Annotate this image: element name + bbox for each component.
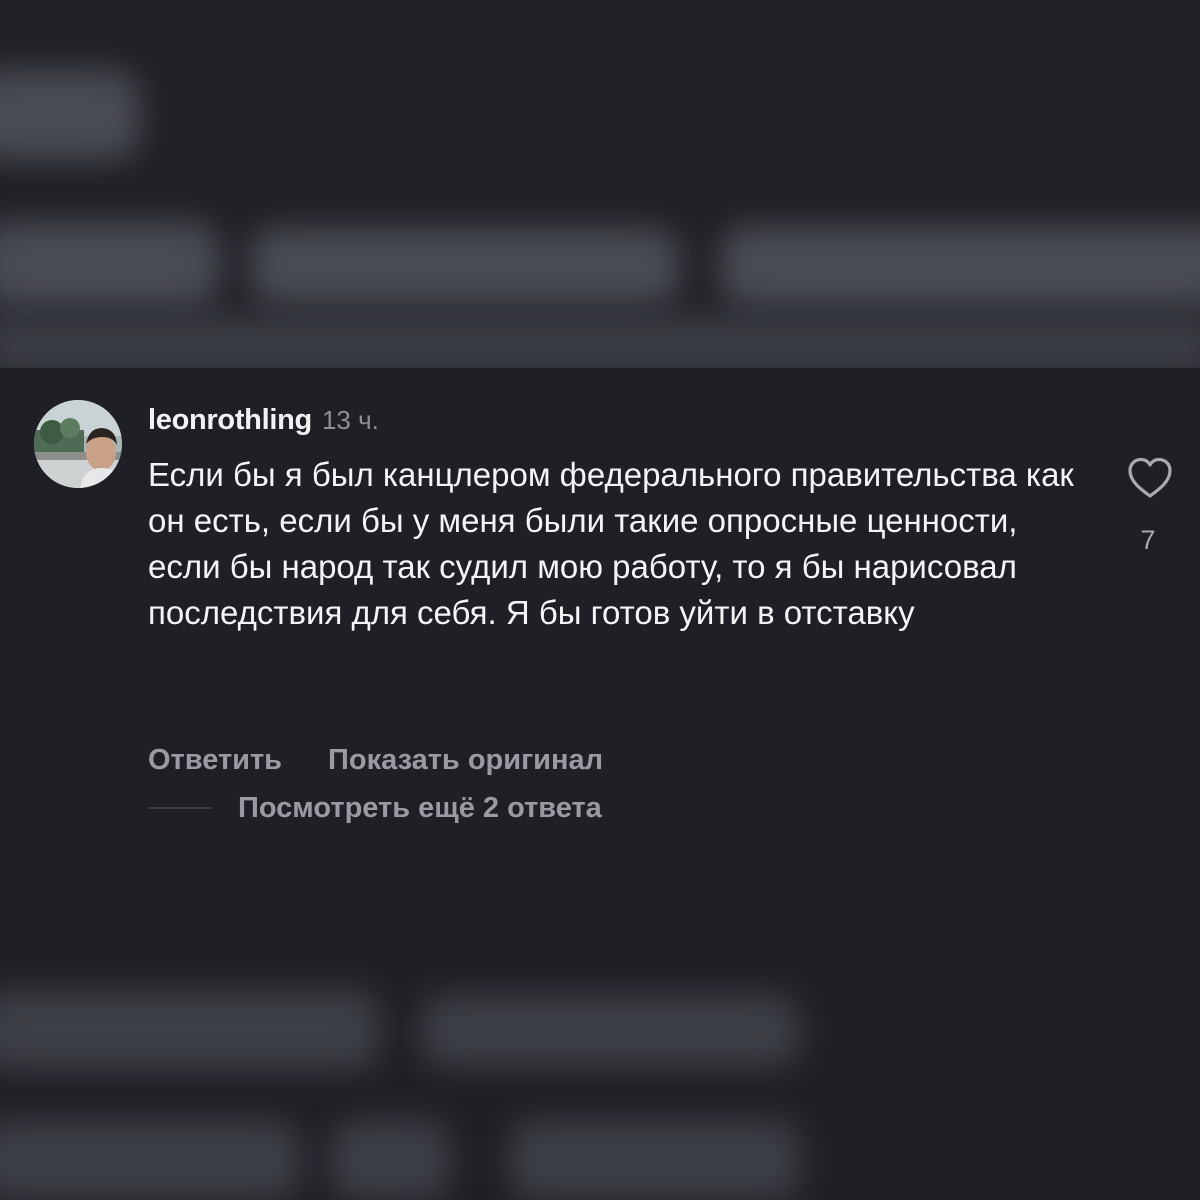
- blurred-previous-content: [0, 0, 1200, 368]
- replies-divider: [148, 807, 212, 809]
- comment-item: leonrothling 13 ч. Если бы я был канцлеро…: [0, 368, 1200, 940]
- screenshot: leonrothling 13 ч. Если бы я был канцлеро…: [0, 0, 1200, 1200]
- like-count: 7: [1140, 525, 1156, 555]
- comment-text: Если бы я был канцлером федерального пра…: [148, 456, 1074, 631]
- view-replies-button[interactable]: Посмотреть ещё 2 ответа: [238, 788, 602, 828]
- heart-outline-icon: [1128, 457, 1172, 498]
- reply-button[interactable]: Ответить: [148, 744, 282, 776]
- blurred-next-content: [0, 940, 1200, 1200]
- like-button[interactable]: [1124, 452, 1176, 504]
- username-link[interactable]: leonrothling: [148, 404, 312, 436]
- user-avatar-photo-icon: [34, 400, 122, 488]
- show-original-button[interactable]: Показать оригинал: [328, 744, 603, 776]
- timestamp: 13 ч.: [321, 405, 379, 435]
- comment-actions: Ответить Показать оригинал: [148, 740, 603, 780]
- comment-header: leonrothling 13 ч.: [148, 400, 379, 440]
- avatar[interactable]: [34, 400, 122, 488]
